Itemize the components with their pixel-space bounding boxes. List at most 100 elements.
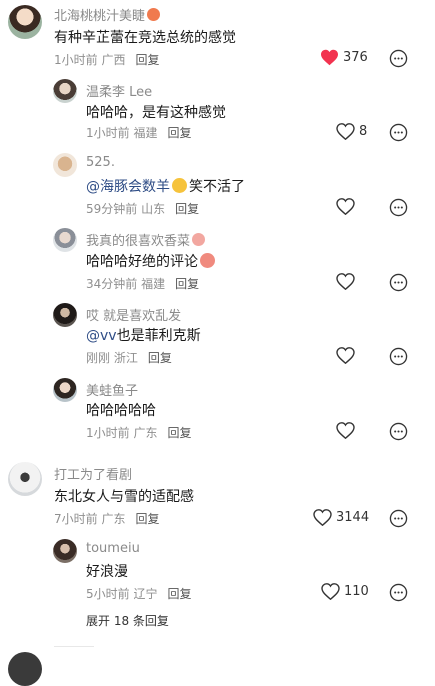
comment-item: 打工为了看剧 东北女人与雪的适配感 7小时前 广东 回复 3144 bbox=[0, 456, 435, 536]
comment-meta: 1小时前 福建 回复 bbox=[86, 124, 192, 141]
reply-button[interactable]: 回复 bbox=[135, 53, 159, 67]
more-options-icon[interactable] bbox=[389, 583, 408, 602]
avatar bbox=[8, 652, 42, 686]
comment-text: 东北女人与雪的适配感 bbox=[54, 489, 194, 505]
avatar[interactable] bbox=[53, 303, 77, 327]
laughing-emoji bbox=[172, 178, 187, 193]
comment-text: @海豚会数羊 笑不活了 bbox=[86, 176, 245, 196]
reply-item: 525. @海豚会数羊 笑不活了 59分钟前 山东 回复 bbox=[0, 150, 435, 225]
comment-meta: 1小时前 广西 回复 bbox=[54, 51, 160, 68]
more-options-icon[interactable] bbox=[389, 123, 408, 142]
avatar[interactable] bbox=[53, 378, 77, 402]
comment-text: 哈哈哈好绝的评论 bbox=[86, 251, 215, 271]
comment-author[interactable]: toumeiu bbox=[86, 541, 140, 556]
heart-icon bbox=[321, 583, 340, 600]
like-button[interactable]: 110 bbox=[321, 583, 369, 600]
heart-icon bbox=[336, 273, 355, 290]
reply-button[interactable]: 回复 bbox=[167, 426, 191, 440]
comment-meta: 34分钟前 福建 回复 bbox=[86, 275, 199, 292]
more-options-icon[interactable] bbox=[389, 422, 408, 441]
like-button[interactable]: 3144 bbox=[313, 509, 369, 526]
comment-body: 也是菲利克斯 bbox=[116, 328, 201, 344]
avatar[interactable] bbox=[53, 228, 77, 252]
comment-location: 福建 bbox=[141, 277, 166, 291]
heart-icon bbox=[313, 509, 332, 526]
comment-author[interactable]: 北海桃桃汁美睫 bbox=[54, 5, 161, 24]
like-button[interactable] bbox=[336, 347, 355, 364]
comment-location: 广东 bbox=[133, 426, 158, 440]
divider bbox=[54, 646, 94, 647]
more-options-icon[interactable] bbox=[389, 509, 408, 528]
reply-button[interactable]: 回复 bbox=[175, 277, 199, 291]
heart-icon bbox=[336, 422, 355, 439]
comment-meta: 59分钟前 山东 回复 bbox=[86, 200, 199, 217]
avatar[interactable] bbox=[53, 79, 77, 103]
reply-button[interactable]: 回复 bbox=[135, 512, 159, 526]
comment-item: 北海桃桃汁美睫 有种辛芷蕾在竞选总统的感觉 1小时前 广西 回复 376 bbox=[0, 0, 435, 75]
comment-body: 笑不活了 bbox=[189, 179, 245, 195]
like-button[interactable] bbox=[336, 273, 355, 290]
heart-icon bbox=[336, 347, 355, 364]
comment-location: 山东 bbox=[141, 202, 166, 216]
reply-item: 温柔李 Lee 哈哈哈，是有这种感觉 1小时前 福建 回复 8 bbox=[0, 75, 435, 150]
comment-time: 7小时前 bbox=[54, 512, 98, 526]
like-count: 3144 bbox=[336, 510, 370, 525]
comment-meta: 1小时前 广东 回复 bbox=[86, 424, 192, 441]
comment-time: 刚刚 bbox=[86, 351, 111, 365]
crying-laughing-emoji bbox=[200, 253, 215, 268]
reply-item: 美蛙鱼子 哈哈哈哈哈 1小时前 广东 回复 bbox=[0, 375, 435, 450]
more-options-icon[interactable] bbox=[389, 198, 408, 217]
like-count: 376 bbox=[343, 50, 368, 65]
reply-button[interactable]: 回复 bbox=[175, 202, 199, 216]
like-button[interactable]: 376 bbox=[320, 49, 368, 66]
comment-time: 1小时前 bbox=[86, 126, 130, 140]
comment-location: 广东 bbox=[101, 512, 126, 526]
comment-meta: 刚刚 浙江 回复 bbox=[86, 349, 172, 366]
comment-location: 广西 bbox=[101, 53, 126, 67]
reply-button[interactable]: 回复 bbox=[148, 351, 172, 365]
avatar[interactable] bbox=[53, 539, 77, 563]
like-button[interactable] bbox=[336, 198, 355, 215]
comment-text: 哈哈哈哈哈 bbox=[86, 403, 156, 419]
comment-author[interactable]: 温柔李 Lee bbox=[86, 81, 152, 100]
avatar[interactable] bbox=[53, 153, 77, 177]
reply-button[interactable]: 回复 bbox=[167, 587, 191, 601]
comment-author[interactable]: 美蛙鱼子 bbox=[86, 380, 138, 399]
comment-text: @vv也是菲利克斯 bbox=[86, 325, 201, 345]
expand-replies-button[interactable]: 展开 18 条回复 bbox=[86, 612, 169, 629]
heart-icon bbox=[336, 123, 355, 140]
emoji bbox=[192, 233, 206, 246]
comment-author[interactable]: 525. bbox=[86, 155, 115, 170]
comment-meta: 7小时前 广东 回复 bbox=[54, 510, 160, 527]
reply-button[interactable]: 回复 bbox=[167, 126, 191, 140]
comment-location: 辽宁 bbox=[133, 587, 158, 601]
comment-meta: 5小时前 辽宁 回复 bbox=[86, 585, 192, 602]
reply-item: 我真的很喜欢香菜 哈哈哈好绝的评论 34分钟前 福建 回复 bbox=[0, 225, 435, 300]
comment-author[interactable]: 我真的很喜欢香菜 bbox=[86, 230, 206, 249]
comment-text: 有种辛芷蕾在竞选总统的感觉 bbox=[54, 30, 236, 46]
like-button[interactable]: 8 bbox=[336, 123, 367, 140]
more-options-icon[interactable] bbox=[389, 347, 408, 366]
comment-text: 好浪漫 bbox=[86, 564, 128, 580]
comment-time: 1小时前 bbox=[86, 426, 130, 440]
like-button[interactable] bbox=[336, 422, 355, 439]
avatar[interactable] bbox=[8, 462, 42, 496]
comment-text: 哈哈哈，是有这种感觉 bbox=[86, 105, 226, 121]
comment-time: 34分钟前 bbox=[86, 277, 138, 291]
comment-author[interactable]: 哎 就是喜欢乱发 bbox=[86, 305, 181, 324]
comment-author[interactable]: 打工为了看剧 bbox=[54, 464, 132, 483]
comment-time: 1小时前 bbox=[54, 53, 98, 67]
comment-body: 哈哈哈好绝的评论 bbox=[86, 254, 198, 270]
heart-icon bbox=[336, 198, 355, 215]
reply-item: toumeiu 好浪漫 5小时前 辽宁 回复 110 bbox=[0, 536, 435, 606]
more-options-icon[interactable] bbox=[389, 49, 408, 68]
comment-location: 福建 bbox=[133, 126, 158, 140]
peach-emoji bbox=[147, 8, 161, 21]
avatar[interactable] bbox=[8, 5, 42, 39]
reply-item: 哎 就是喜欢乱发 @vv也是菲利克斯 刚刚 浙江 回复 bbox=[0, 300, 435, 375]
mention-link[interactable]: @海豚会数羊 bbox=[86, 179, 170, 195]
mention-link[interactable]: @vv bbox=[86, 328, 117, 344]
heart-icon bbox=[321, 49, 338, 66]
like-count: 110 bbox=[344, 584, 369, 599]
more-options-icon[interactable] bbox=[389, 273, 408, 292]
